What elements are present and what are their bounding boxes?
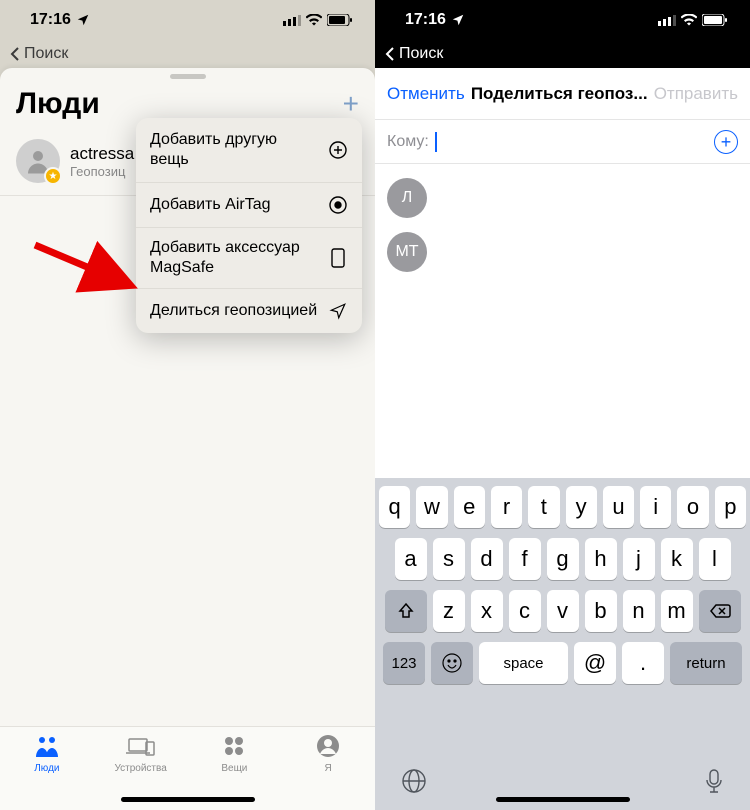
globe-icon[interactable] — [401, 768, 427, 794]
key-c[interactable]: c — [509, 590, 541, 632]
menu-item-label: Делиться геопозицией — [150, 301, 317, 321]
key-b[interactable]: b — [585, 590, 617, 632]
key-z[interactable]: z — [433, 590, 465, 632]
shift-key[interactable] — [385, 590, 427, 632]
tab-bar: Люди Устройства Вещи Я — [0, 726, 375, 810]
key-l[interactable]: l — [699, 538, 731, 580]
status-time: 17:16 — [30, 11, 71, 29]
mic-icon[interactable] — [704, 768, 724, 794]
devices-icon — [126, 733, 156, 759]
tab-people[interactable]: Люди — [0, 733, 94, 810]
person-name: actressa — [70, 144, 134, 164]
return-key[interactable]: return — [670, 642, 742, 684]
key-s[interactable]: s — [433, 538, 465, 580]
menu-item-label: Добавить AirTag — [150, 195, 271, 215]
people-icon — [33, 733, 61, 759]
contact-bubble[interactable]: Л — [387, 178, 427, 218]
status-time: 17:16 — [405, 11, 446, 29]
key-a[interactable]: a — [395, 538, 427, 580]
chevron-left-icon — [385, 46, 395, 62]
key-f[interactable]: f — [509, 538, 541, 580]
phone-icon — [328, 248, 348, 268]
location-arrow-icon — [328, 302, 348, 320]
key-n[interactable]: n — [623, 590, 655, 632]
tab-devices-label: Устройства — [114, 763, 166, 774]
contact-bubble[interactable]: МТ — [387, 232, 427, 272]
menu-share-location[interactable]: Делиться геопозицией — [136, 289, 362, 333]
person-sub: Геопозиц — [70, 164, 134, 179]
back-search-label: Поиск — [24, 45, 68, 63]
plus-circle-icon — [328, 141, 348, 159]
backspace-key[interactable] — [699, 590, 741, 632]
key-i[interactable]: i — [640, 486, 671, 528]
tab-me-label: Я — [325, 763, 332, 774]
dot-key[interactable]: . — [622, 642, 664, 684]
menu-item-label: Добавить аксессуар MagSafe — [150, 238, 320, 278]
space-key[interactable]: space — [479, 642, 568, 684]
key-h[interactable]: h — [585, 538, 617, 580]
key-k[interactable]: k — [661, 538, 693, 580]
send-button[interactable]: Отправить — [654, 84, 738, 104]
chevron-left-icon — [10, 46, 20, 62]
status-icons — [658, 14, 728, 26]
add-menu-popover: Добавить другую вещь Добавить AirTag Доб… — [136, 118, 362, 333]
menu-item-label: Добавить другую вещь — [150, 130, 320, 170]
key-v[interactable]: v — [547, 590, 579, 632]
status-bar: 17:16 — [0, 0, 375, 40]
key-r[interactable]: r — [491, 486, 522, 528]
items-icon — [223, 733, 245, 759]
key-y[interactable]: y — [566, 486, 597, 528]
annotation-arrow — [30, 235, 140, 295]
back-search-row[interactable]: Поиск — [375, 40, 750, 68]
menu-add-magsafe[interactable]: Добавить аксессуар MagSafe — [136, 228, 362, 289]
add-contact-button[interactable]: + — [714, 130, 738, 154]
key-p[interactable]: p — [715, 486, 746, 528]
back-search-label: Поиск — [399, 45, 443, 63]
airtag-icon — [328, 196, 348, 214]
at-key[interactable]: @ — [574, 642, 616, 684]
cancel-button[interactable]: Отменить — [387, 84, 465, 104]
location-arrow-icon — [76, 13, 90, 27]
add-button[interactable]: + — [343, 88, 359, 120]
key-e[interactable]: e — [454, 486, 485, 528]
home-indicator[interactable] — [121, 797, 255, 802]
key-x[interactable]: x — [471, 590, 503, 632]
star-badge-icon: ★ — [44, 167, 62, 185]
sheet-title: Люди — [16, 87, 100, 121]
location-arrow-icon — [451, 13, 465, 27]
status-icons — [283, 14, 353, 26]
menu-add-airtag[interactable]: Добавить AirTag — [136, 183, 362, 228]
back-search-row[interactable]: Поиск — [0, 40, 375, 68]
menu-add-item[interactable]: Добавить другую вещь — [136, 118, 362, 183]
modal-title: Поделиться геопоз... — [471, 84, 648, 104]
key-q[interactable]: q — [379, 486, 410, 528]
key-d[interactable]: d — [471, 538, 503, 580]
emoji-key[interactable] — [431, 642, 473, 684]
to-label: Кому: — [387, 133, 429, 151]
key-t[interactable]: t — [528, 486, 559, 528]
me-icon — [316, 733, 340, 759]
key-u[interactable]: u — [603, 486, 634, 528]
keyboard: qwertyuiop asdfghjkl zxcvbnm 123 space @… — [375, 478, 750, 810]
key-j[interactable]: j — [623, 538, 655, 580]
modal-header: Отменить Поделиться геопоз... Отправить — [375, 68, 750, 120]
tab-items-label: Вещи — [221, 763, 247, 774]
phone-right: 17:16 Поиск Отменить Поделиться геопоз..… — [375, 0, 750, 810]
text-cursor — [435, 132, 437, 152]
tab-me[interactable]: Я — [281, 733, 375, 810]
tab-people-label: Люди — [34, 763, 59, 774]
home-indicator[interactable] — [496, 797, 630, 802]
key-m[interactable]: m — [661, 590, 693, 632]
contacts-list: Л МТ — [375, 164, 750, 286]
to-field-row[interactable]: Кому: + — [375, 120, 750, 164]
key-g[interactable]: g — [547, 538, 579, 580]
status-bar: 17:16 — [375, 0, 750, 40]
key-o[interactable]: o — [677, 486, 708, 528]
phone-left: 17:16 Поиск Люди + ★ — [0, 0, 375, 810]
key-w[interactable]: w — [416, 486, 447, 528]
numbers-key[interactable]: 123 — [383, 642, 425, 684]
